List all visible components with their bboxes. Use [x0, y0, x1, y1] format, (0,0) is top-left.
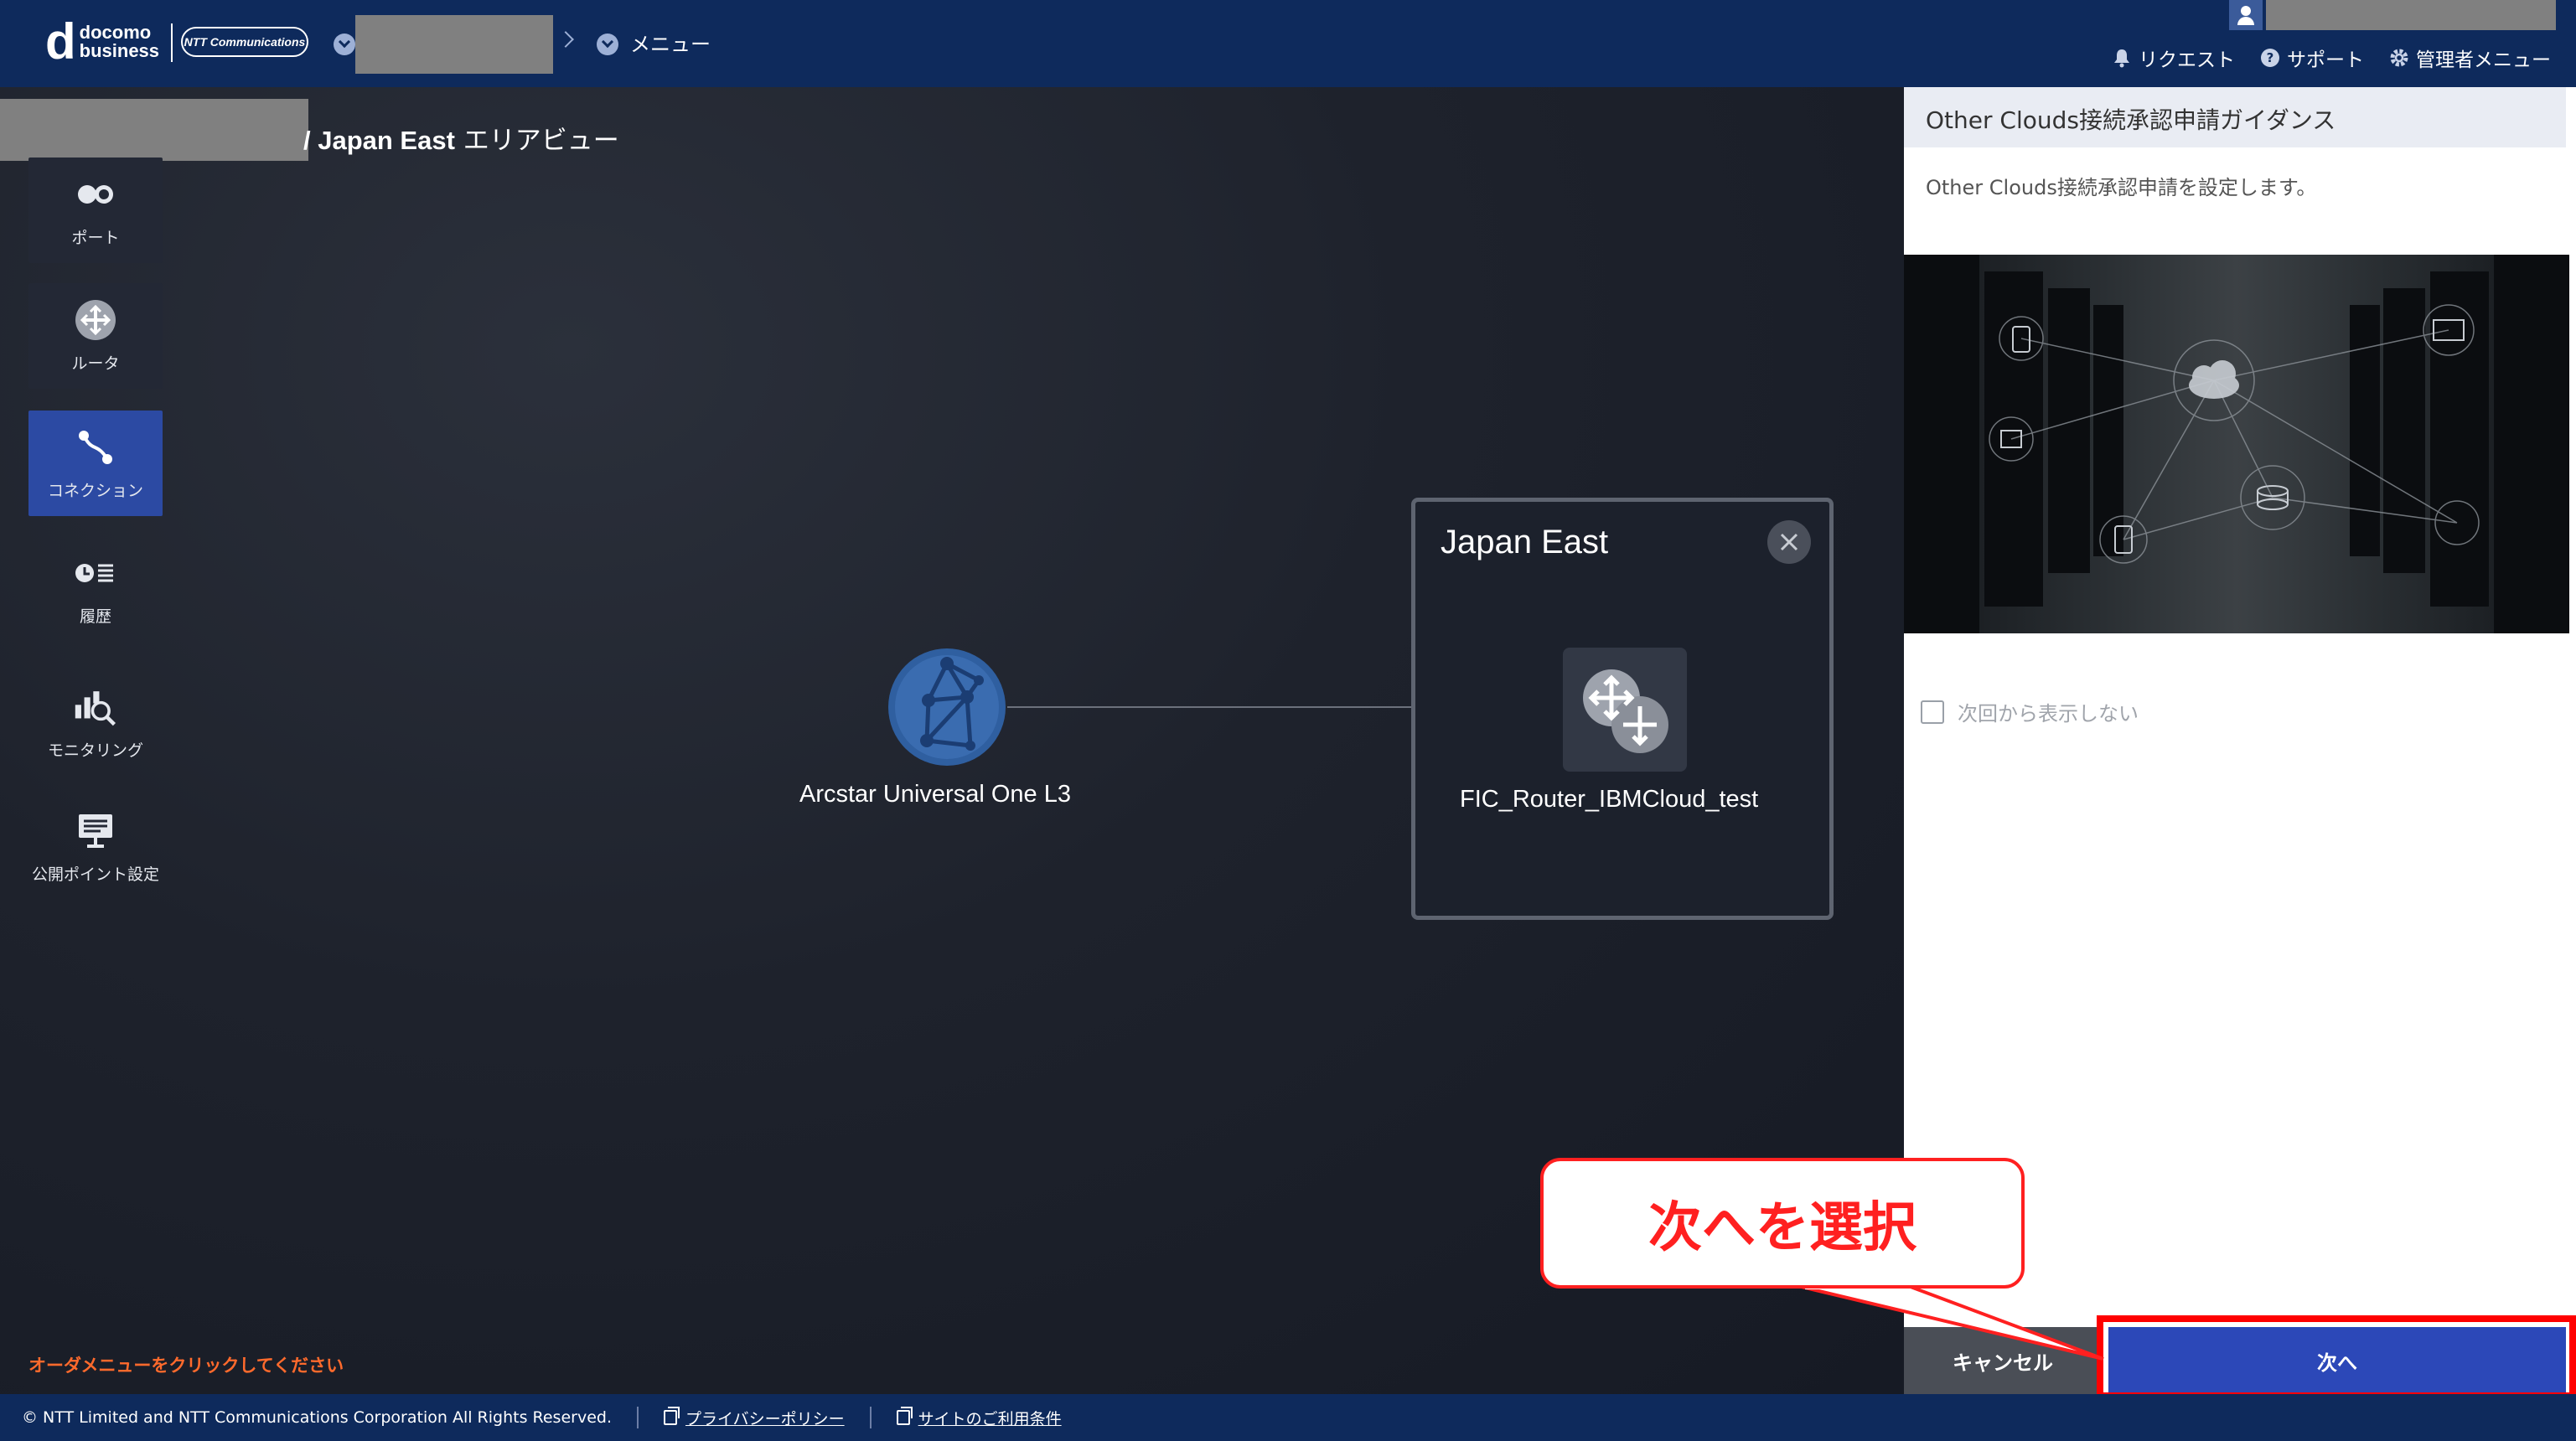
arcstar-node[interactable] [887, 647, 1007, 767]
dont-show-again-checkbox[interactable] [1921, 700, 1944, 724]
next-button[interactable]: 次へ [2108, 1327, 2566, 1394]
header-links: リクエスト ? サポート 管理者メニュー [2112, 44, 2551, 72]
footer-divider [869, 1407, 872, 1428]
external-link-icon [663, 1407, 680, 1425]
logo-word-business: business [79, 40, 160, 61]
arcstar-node-label: Arcstar Universal One L3 [799, 781, 1071, 808]
footer-divider [636, 1407, 639, 1428]
sidebar-item-connection[interactable]: コネクション [28, 411, 163, 516]
port-icon [74, 173, 117, 215]
panel-description: Other Clouds接続承認申請を設定します。 [1926, 176, 2317, 199]
external-link-icon [896, 1407, 913, 1425]
public-point-icon [74, 810, 117, 852]
ntt-communications-logo: NTT Communications [181, 27, 308, 57]
area-box-title: Japan East [1441, 524, 1609, 560]
dont-show-again-label: 次回から表示しない [1958, 702, 2139, 726]
user-icon [2229, 0, 2263, 30]
page-title: / Japan East エリアビュー [303, 126, 619, 156]
close-icon [1780, 533, 1798, 551]
header-link-support[interactable]: ? サポート [2260, 44, 2364, 72]
router-node[interactable] [1563, 648, 1687, 772]
connection-icon [74, 426, 117, 468]
svg-text:?: ? [2267, 50, 2274, 65]
panel-title: Other Clouds接続承認申請ガイダンス [1904, 87, 2566, 147]
order-menu-hint: オーダメニューをクリックしてください [28, 1356, 344, 1376]
callout-pointer [1801, 1282, 2104, 1361]
network-globe-icon [888, 648, 1006, 766]
datacenter-illustration [1904, 255, 2569, 633]
dont-show-again[interactable]: 次回から表示しない [1921, 697, 2139, 726]
menu-dropdown-icon[interactable] [597, 34, 618, 55]
area-close-button[interactable] [1767, 520, 1811, 564]
title-redacted [0, 99, 308, 161]
area-box-japan-east[interactable]: Japan East [1411, 498, 1834, 920]
router-icon [74, 299, 117, 341]
breadcrumb-redacted[interactable] [355, 15, 553, 74]
copyright: © NTT Limited and NTT Communications Cor… [22, 1408, 612, 1427]
gear-icon [2389, 48, 2409, 68]
terms-of-use-link[interactable]: サイトのご利用条件 [896, 1407, 1062, 1429]
history-icon [74, 552, 117, 594]
instruction-callout: 次へを選択 [1540, 1158, 2025, 1289]
help-circle-icon: ? [2260, 48, 2280, 68]
breadcrumb-chevron-icon [557, 31, 574, 48]
logo-word-docomo: docomo [79, 22, 152, 43]
breadcrumb-menu[interactable]: メニュー [630, 28, 711, 57]
sidebar-item-public-point[interactable]: 公開ポイント設定 [28, 794, 163, 900]
header-link-admin-menu[interactable]: 管理者メニュー [2389, 44, 2551, 72]
logo-divider [171, 23, 173, 62]
bell-icon [2112, 48, 2132, 68]
user-account[interactable] [2229, 0, 2556, 30]
top-header: d docomo business NTT Communications メニュ… [0, 0, 2576, 87]
router-icon [1583, 669, 1668, 753]
sidebar-item-monitoring[interactable]: モニタリング [28, 670, 163, 776]
breadcrumb-dropdown-icon[interactable] [334, 34, 355, 55]
sidebar-item-port[interactable]: ポート [28, 158, 163, 263]
logo-d: d [45, 13, 76, 70]
privacy-policy-link[interactable]: プライバシーポリシー [663, 1407, 845, 1429]
sidebar-item-router[interactable]: ルータ [28, 283, 163, 389]
user-name-redacted [2266, 0, 2556, 30]
sidebar-item-history[interactable]: 履歴 [28, 536, 163, 642]
footer: © NTT Limited and NTT Communications Cor… [0, 1394, 2576, 1441]
router-node-label: FIC_Router_IBMCloud_test [1460, 786, 1759, 813]
docomo-business-logo[interactable]: d docomo business [45, 13, 160, 70]
monitoring-icon [74, 686, 117, 728]
header-link-request[interactable]: リクエスト [2112, 44, 2235, 72]
